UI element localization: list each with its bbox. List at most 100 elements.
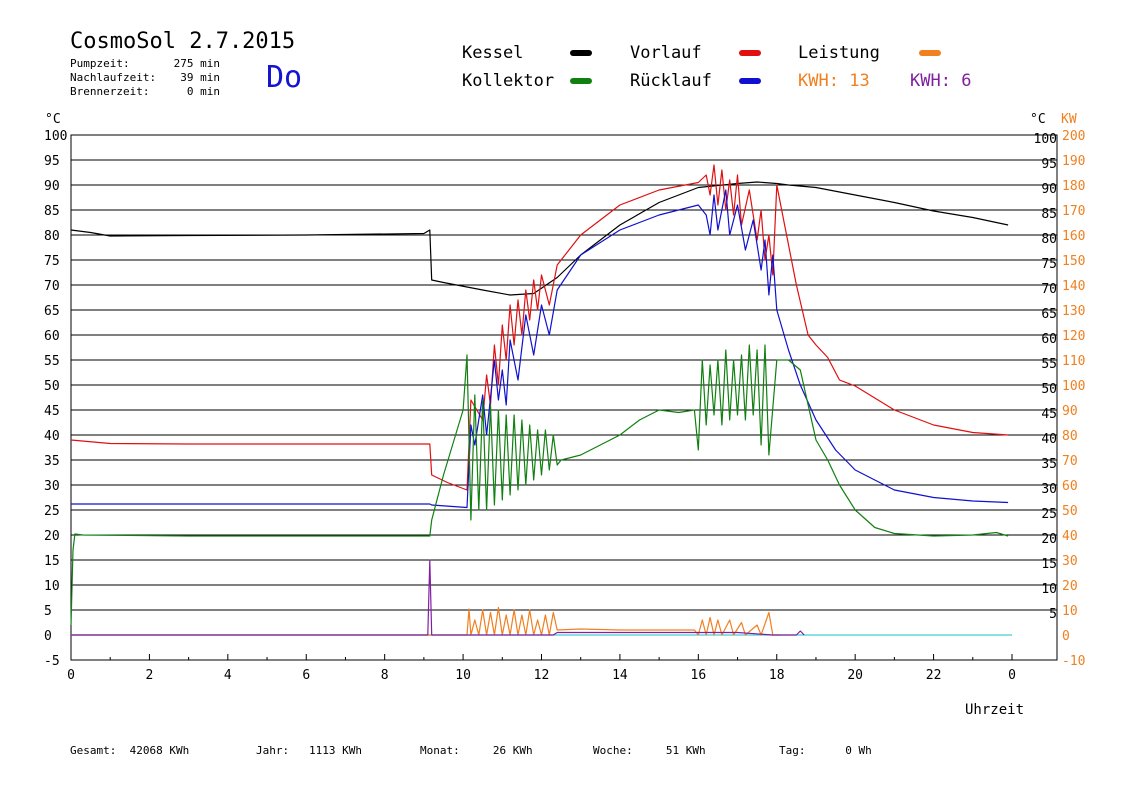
y-tick-left: 70	[44, 279, 60, 294]
y-tick-right-power: 160	[1062, 229, 1085, 244]
y-tick-left: 15	[44, 554, 60, 569]
tag-value: 0 Wh	[845, 744, 872, 757]
x-tick-label: 14	[612, 668, 628, 683]
y-tick-right-temp: 65	[1041, 307, 1057, 322]
tag-label: Tag:	[779, 744, 806, 757]
plot-border	[70, 134, 1058, 661]
y-tick-right-temp: 45	[1041, 407, 1057, 422]
y-tick-left: 95	[44, 154, 60, 169]
footer-woche: Woche: 51 KWh	[593, 744, 706, 757]
y-tick-right-temp: 30	[1041, 482, 1057, 497]
series-line-leistung	[71, 606, 781, 636]
series-line-kwh2	[71, 559, 805, 636]
x-tick-label: 0	[1008, 668, 1016, 683]
y-tick-right-temp: 85	[1041, 207, 1057, 222]
y-tick-right-power: 30	[1062, 554, 1078, 569]
y-tick-left: 40	[44, 429, 60, 444]
footer-gesamt: Gesamt: 42068 KWh	[70, 744, 189, 757]
y-tick-left: 50	[44, 379, 60, 394]
x-tick-label: 4	[224, 668, 232, 683]
x-tick-label: 16	[691, 668, 707, 683]
footer-monat: Monat: 26 KWh	[420, 744, 533, 757]
gesamt-label: Gesamt:	[70, 744, 117, 757]
y-tick-left: 25	[44, 504, 60, 519]
x-tick-label: 12	[534, 668, 550, 683]
y-tick-left: 45	[44, 404, 60, 419]
y-tick-right-power: 190	[1062, 154, 1085, 169]
y-tick-right-temp: 70	[1041, 282, 1057, 297]
monat-label: Monat:	[420, 744, 460, 757]
y-tick-right-power: 40	[1062, 529, 1078, 544]
y-tick-left: 5	[44, 604, 52, 619]
y-tick-right-power: 20	[1062, 579, 1078, 594]
y-tick-right-power: 110	[1062, 354, 1085, 369]
x-tick-label: 6	[302, 668, 310, 683]
woche-label: Woche:	[593, 744, 633, 757]
y-tick-right-temp: 55	[1041, 357, 1057, 372]
y-tick-right-temp: 95	[1041, 157, 1057, 172]
y-tick-right-power: 120	[1062, 329, 1085, 344]
y-tick-right-power: 140	[1062, 279, 1085, 294]
monat-value: 26 KWh	[492, 744, 533, 757]
y-tick-left: 35	[44, 454, 60, 469]
right-axis-power-unit: KW	[1061, 112, 1077, 127]
y-tick-right-power: 90	[1062, 404, 1078, 419]
y-tick-right-power: 80	[1062, 429, 1078, 444]
series-line-kessel	[70, 181, 1009, 296]
jahr-label: Jahr:	[256, 744, 290, 757]
y-tick-right-temp: 15	[1041, 557, 1057, 572]
y-tick-left: 0	[44, 629, 52, 644]
y-tick-left: 80	[44, 229, 60, 244]
y-tick-right-power: 200	[1062, 129, 1085, 144]
y-tick-right-temp: 80	[1041, 232, 1057, 247]
y-tick-left: 55	[44, 354, 60, 369]
axis-ticks: 1009590858075706560555045403530252015105…	[44, 129, 1085, 683]
series-line-vorlauf	[70, 164, 1009, 491]
y-tick-right-temp: 35	[1041, 457, 1057, 472]
x-tick-label: 8	[381, 668, 389, 683]
x-tick-label: 22	[926, 668, 942, 683]
y-tick-left: 30	[44, 479, 60, 494]
y-tick-right-temp: 10	[1041, 582, 1057, 597]
y-tick-left: 100	[44, 129, 67, 144]
y-tick-left: 85	[44, 204, 60, 219]
y-tick-right-power: 0	[1062, 629, 1070, 644]
x-tick-label: 18	[769, 668, 785, 683]
x-tick-label: 20	[847, 668, 863, 683]
y-tick-left: 65	[44, 304, 60, 319]
footer-jahr: Jahr: 1113 KWh	[256, 744, 362, 757]
y-tick-left: 60	[44, 329, 60, 344]
y-tick-right-power: 60	[1062, 479, 1078, 494]
y-tick-left: -5	[44, 654, 60, 669]
y-tick-left: 10	[44, 579, 60, 594]
x-axis-label: Uhrzeit	[965, 702, 1024, 718]
y-tick-left: 90	[44, 179, 60, 194]
y-tick-right-temp: 50	[1041, 382, 1057, 397]
y-tick-right-power: 180	[1062, 179, 1085, 194]
footer-tag: Tag: 0 Wh	[779, 744, 872, 757]
x-tick-label: 0	[67, 668, 75, 683]
temperature-chart: 1009590858075706560555045403530252015105…	[44, 112, 1085, 718]
y-tick-right-power: 10	[1062, 604, 1078, 619]
y-tick-right-temp: 5	[1049, 607, 1057, 622]
woche-value: 51 KWh	[665, 744, 706, 757]
x-tick-label: 2	[146, 668, 154, 683]
y-tick-right-power: 50	[1062, 504, 1078, 519]
y-tick-right-power: 70	[1062, 454, 1078, 469]
y-tick-right-temp: 100	[1034, 132, 1057, 147]
y-tick-right-temp: 40	[1041, 432, 1057, 447]
y-tick-right-temp: 90	[1041, 182, 1057, 197]
jahr-value: 1113 KWh	[309, 744, 362, 757]
plot-frame	[70, 134, 1058, 661]
y-tick-right-temp: 60	[1041, 332, 1057, 347]
y-tick-right-temp: 75	[1041, 257, 1057, 272]
y-tick-right-power: 170	[1062, 204, 1085, 219]
left-axis-unit: °C	[45, 112, 61, 127]
gesamt-value: 42068 KWh	[129, 744, 190, 757]
right-axis-temp-unit: °C	[1030, 112, 1046, 127]
y-tick-left: 75	[44, 254, 60, 269]
y-tick-right-power: 150	[1062, 254, 1085, 269]
y-tick-right-power: 130	[1062, 304, 1085, 319]
y-tick-right-temp: 20	[1041, 532, 1057, 547]
y-tick-right-power: 100	[1062, 379, 1085, 394]
